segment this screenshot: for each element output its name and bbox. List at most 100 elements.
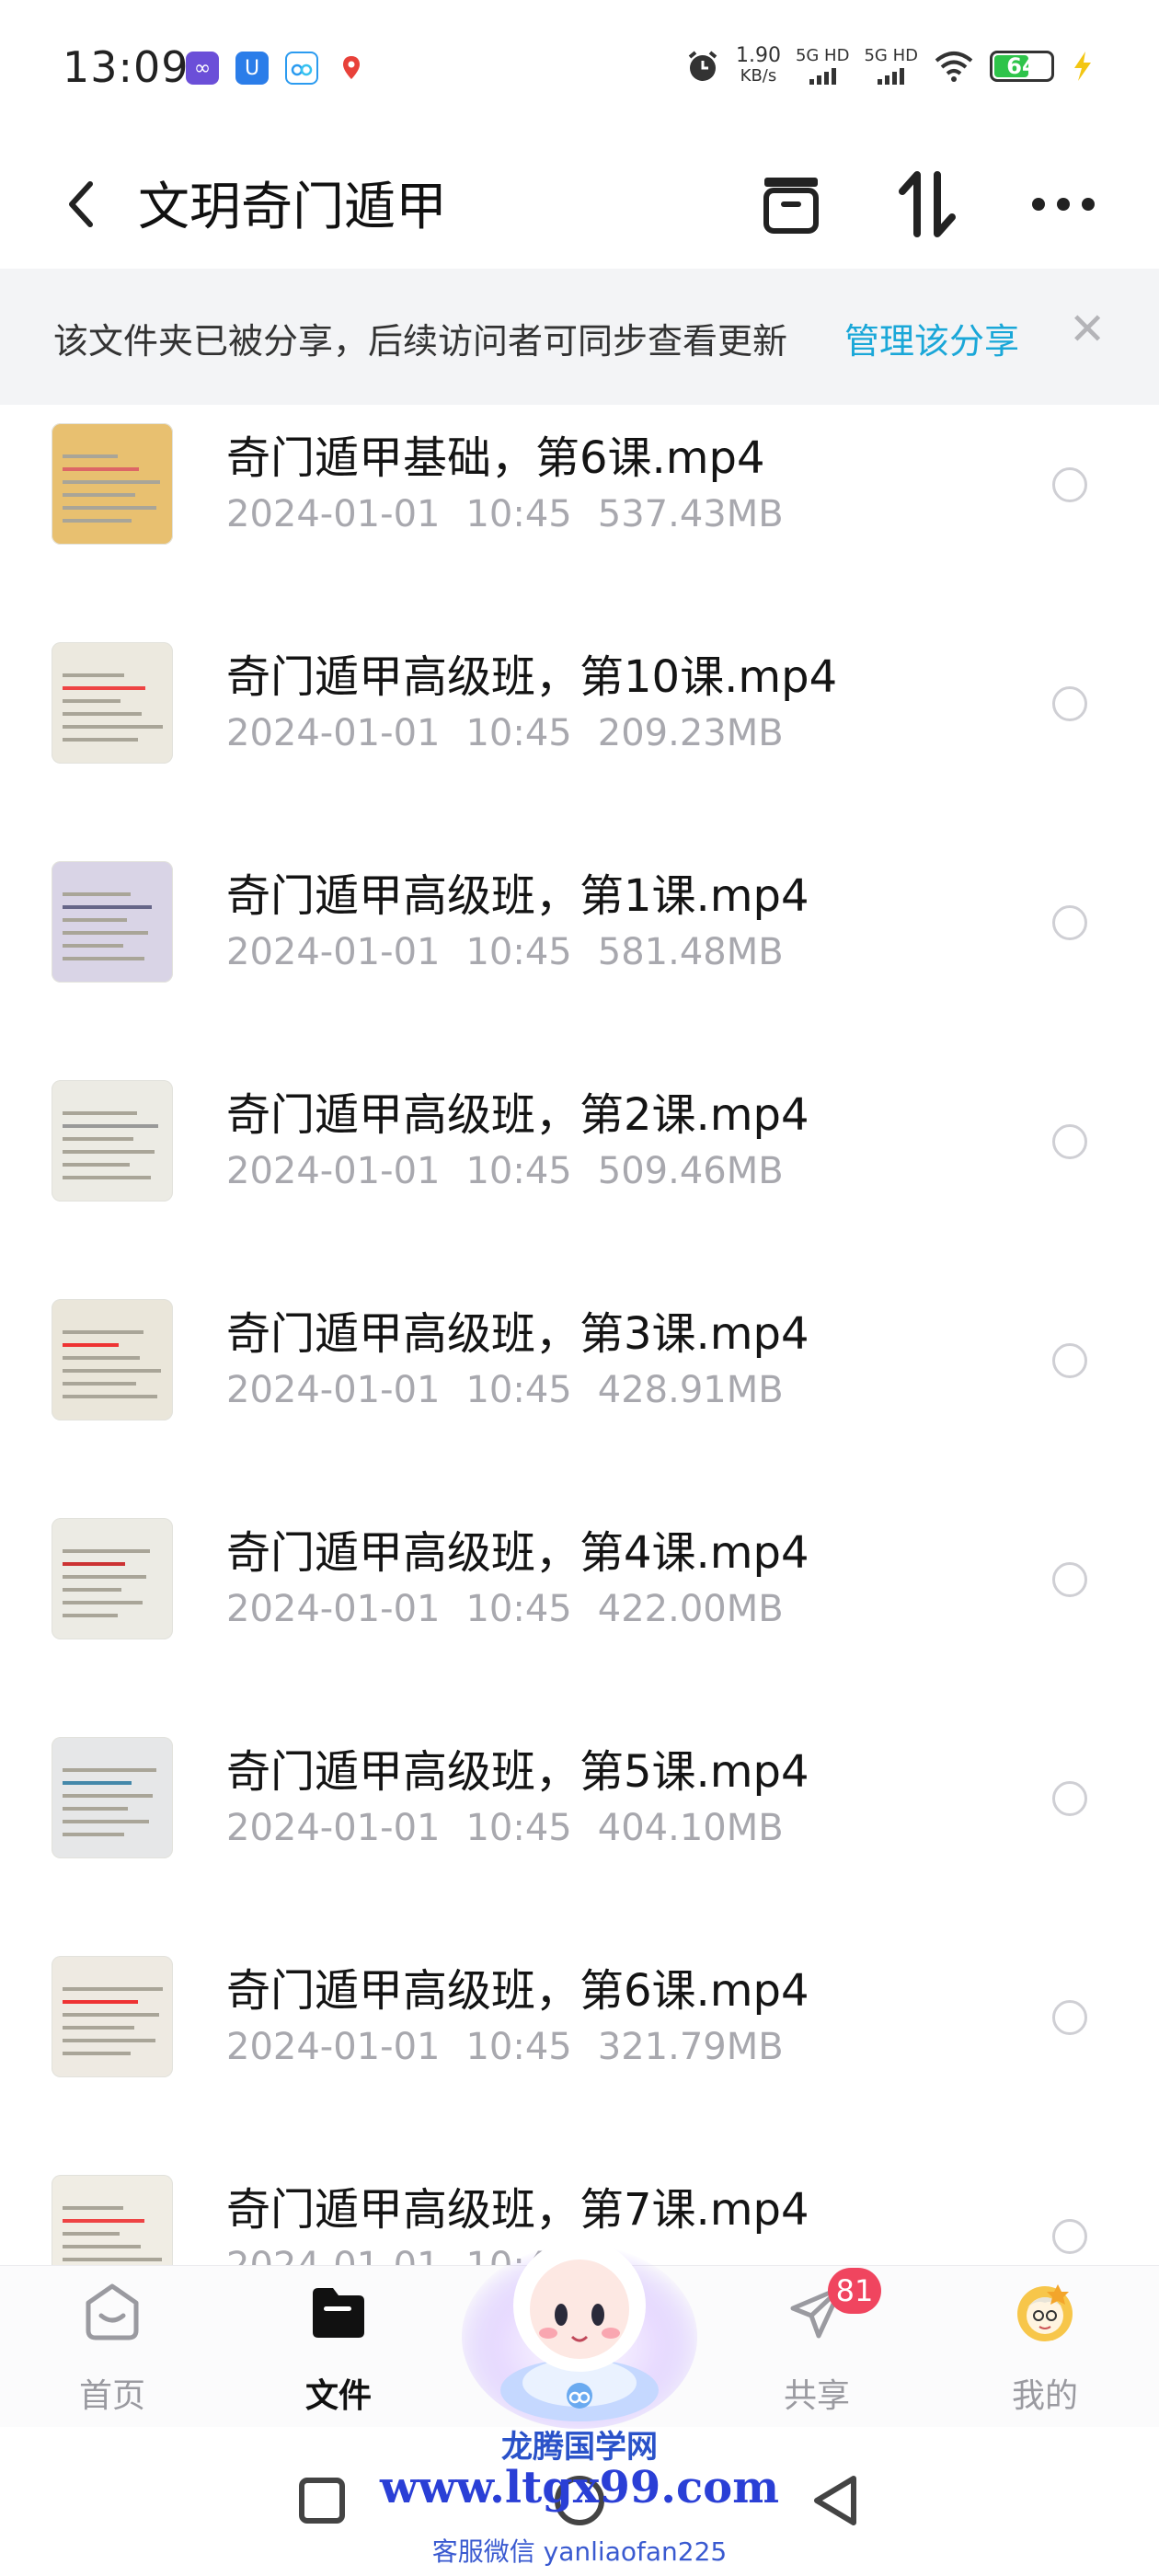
more-icon bbox=[1032, 198, 1095, 211]
box-select-icon bbox=[763, 178, 819, 234]
video-thumbnail bbox=[52, 1518, 173, 1639]
manage-share-link[interactable]: 管理该分享 bbox=[844, 313, 1019, 363]
video-thumbnail bbox=[52, 642, 173, 764]
select-checkbox[interactable] bbox=[1052, 467, 1087, 502]
share-banner: 该文件夹已被分享，后续访问者可同步查看更新 管理该分享 ✕ bbox=[0, 269, 1159, 405]
sort-button[interactable] bbox=[890, 167, 964, 241]
file-meta: 2024-01-01 10:45 422.00MB bbox=[226, 1588, 809, 1630]
file-time: 10:45 bbox=[465, 2026, 572, 2068]
file-size: 581.48MB bbox=[597, 931, 784, 973]
tab-home[interactable]: 首页 bbox=[20, 2266, 204, 2428]
header: 文玥奇门遁甲 bbox=[0, 138, 1159, 269]
file-row[interactable]: 奇门遁甲基础，第6课.mp4 2024-01-01 10:45 537.43MB bbox=[0, 405, 1159, 624]
file-time: 10:45 bbox=[465, 1369, 572, 1411]
file-name: 奇门遁甲高级班，第6课.mp4 bbox=[226, 1965, 809, 2017]
file-row[interactable]: 奇门遁甲高级班，第5课.mp4 2024-01-01 10:45 404.10MB bbox=[0, 1719, 1159, 1938]
close-banner-button[interactable]: ✕ bbox=[1069, 304, 1106, 355]
alarm-icon bbox=[688, 51, 717, 81]
select-checkbox[interactable] bbox=[1052, 686, 1087, 721]
video-thumbnail bbox=[52, 1299, 173, 1420]
tab-home-label: 首页 bbox=[78, 2377, 145, 2415]
file-size: 509.46MB bbox=[597, 1150, 784, 1192]
tab-share-label: 共享 bbox=[783, 2377, 850, 2415]
video-thumbnail bbox=[52, 1080, 173, 1202]
select-checkbox[interactable] bbox=[1052, 2000, 1087, 2035]
more-button[interactable] bbox=[1027, 167, 1100, 241]
file-name: 奇门遁甲高级班，第1课.mp4 bbox=[226, 870, 809, 922]
page-title: 文玥奇门遁甲 bbox=[138, 178, 447, 237]
speed-value: 1.90 bbox=[735, 44, 781, 67]
speed-unit: KB/s bbox=[740, 66, 777, 86]
file-row[interactable]: 奇门遁甲高级班，第2课.mp4 2024-01-01 10:45 509.46MB bbox=[0, 1062, 1159, 1281]
battery-level: 64 bbox=[1006, 53, 1038, 79]
watermark-contact: 客服微信 yanliaofan225 bbox=[431, 2536, 728, 2567]
select-checkbox[interactable] bbox=[1052, 905, 1087, 940]
wifi-icon bbox=[935, 52, 973, 82]
file-meta: 2024-01-01 10:45 404.10MB bbox=[226, 1807, 809, 1849]
tab-me-label: 我的 bbox=[1011, 2377, 1078, 2415]
file-name: 奇门遁甲高级班，第10课.mp4 bbox=[226, 651, 838, 703]
file-name: 奇门遁甲高级班，第5课.mp4 bbox=[226, 1746, 809, 1798]
sim1-label: 5G HD bbox=[795, 46, 850, 65]
sim2-signal: 5G HD bbox=[864, 48, 918, 85]
network-speed: 1.90 KB/s bbox=[736, 46, 781, 86]
tab-share[interactable]: 81 共享 bbox=[725, 2266, 909, 2428]
file-row[interactable]: 奇门遁甲高级班，第10课.mp4 2024-01-01 10:45 209.23MB bbox=[0, 624, 1159, 843]
file-time: 10:45 bbox=[465, 1150, 572, 1192]
shield-app-icon: U bbox=[235, 52, 269, 85]
share-banner-text: 该文件夹已被分享，后续访问者可同步查看更新 bbox=[53, 321, 788, 362]
mascot-assistant-button[interactable] bbox=[456, 2199, 703, 2438]
sim1-signal: 5G HD bbox=[795, 46, 850, 85]
file-meta: 2024-01-01 10:45 509.46MB bbox=[226, 1150, 809, 1192]
select-checkbox[interactable] bbox=[1052, 1562, 1087, 1597]
file-date: 2024-01-01 bbox=[226, 2245, 441, 2267]
map-pin-app-icon bbox=[335, 52, 368, 85]
select-checkbox[interactable] bbox=[1052, 1124, 1087, 1159]
video-thumbnail bbox=[52, 423, 173, 545]
file-size: 209.23MB bbox=[597, 712, 784, 754]
file-size: 321.79MB bbox=[597, 2026, 784, 2068]
file-name: 奇门遁甲高级班，第3课.mp4 bbox=[226, 1308, 809, 1360]
file-date: 2024-01-01 bbox=[226, 1807, 441, 1849]
video-thumbnail bbox=[52, 1956, 173, 2077]
video-thumbnail bbox=[52, 861, 173, 983]
file-row[interactable]: 奇门遁甲高级班，第4课.mp4 2024-01-01 10:45 422.00MB bbox=[0, 1500, 1159, 1719]
file-time: 10:45 bbox=[465, 1588, 572, 1630]
file-date: 2024-01-01 bbox=[226, 2026, 441, 2068]
select-checkbox[interactable] bbox=[1052, 1343, 1087, 1378]
file-meta: 2024-01-01 10:45 428.91MB bbox=[226, 1369, 809, 1411]
select-mode-button[interactable] bbox=[754, 167, 828, 241]
status-app-icons: ∞ U bbox=[186, 52, 368, 85]
file-date: 2024-01-01 bbox=[226, 931, 441, 973]
infinity-app-icon: ∞ bbox=[186, 52, 219, 85]
file-time: 10:45 bbox=[465, 712, 572, 754]
watermark-url: www.ltgx99.com bbox=[380, 2462, 779, 2513]
file-size: 422.00MB bbox=[597, 1588, 784, 1630]
tab-files[interactable]: 文件 bbox=[247, 2266, 430, 2428]
tab-files-label: 文件 bbox=[304, 2377, 372, 2415]
file-size: 404.10MB bbox=[597, 1807, 784, 1849]
file-row[interactable]: 奇门遁甲高级班，第1课.mp4 2024-01-01 10:45 581.48MB bbox=[0, 843, 1159, 1062]
battery-indicator: 64 bbox=[990, 51, 1054, 82]
status-bar: 13:09 ∞ U 1.90 KB/s 5G HD 5G HD 64 bbox=[0, 0, 1159, 138]
select-checkbox[interactable] bbox=[1052, 1781, 1087, 1816]
file-name: 奇门遁甲高级班，第2课.mp4 bbox=[226, 1089, 809, 1141]
file-date: 2024-01-01 bbox=[226, 493, 441, 535]
file-row[interactable]: 奇门遁甲高级班，第3课.mp4 2024-01-01 10:45 428.91MB bbox=[0, 1281, 1159, 1500]
status-right: 1.90 KB/s 5G HD 5G HD 64 bbox=[684, 46, 1096, 86]
file-size: 428.91MB bbox=[597, 1369, 784, 1411]
file-meta: 2024-01-01 10:45 537.43MB bbox=[226, 493, 809, 535]
tab-me[interactable]: 我的 bbox=[953, 2266, 1137, 2428]
file-date: 2024-01-01 bbox=[226, 1369, 441, 1411]
video-thumbnail bbox=[52, 2175, 173, 2267]
sort-icon bbox=[899, 171, 956, 237]
file-row[interactable]: 奇门遁甲高级班，第6课.mp4 2024-01-01 10:45 321.79MB bbox=[0, 1938, 1159, 2156]
home-icon bbox=[86, 2283, 139, 2340]
file-time: 10:45 bbox=[465, 493, 572, 535]
watermark-site-name: 龙腾国学网 bbox=[501, 2429, 658, 2466]
back-icon[interactable] bbox=[55, 171, 107, 237]
file-list: 奇门遁甲基础，第6课.mp4 2024-01-01 10:45 537.43MB 奇门遁… bbox=[0, 405, 1159, 2267]
file-name: 奇门遁甲基础，第6课.mp4 bbox=[226, 432, 765, 484]
select-checkbox[interactable] bbox=[1052, 2219, 1087, 2254]
file-time: 10:45 bbox=[465, 1807, 572, 1849]
